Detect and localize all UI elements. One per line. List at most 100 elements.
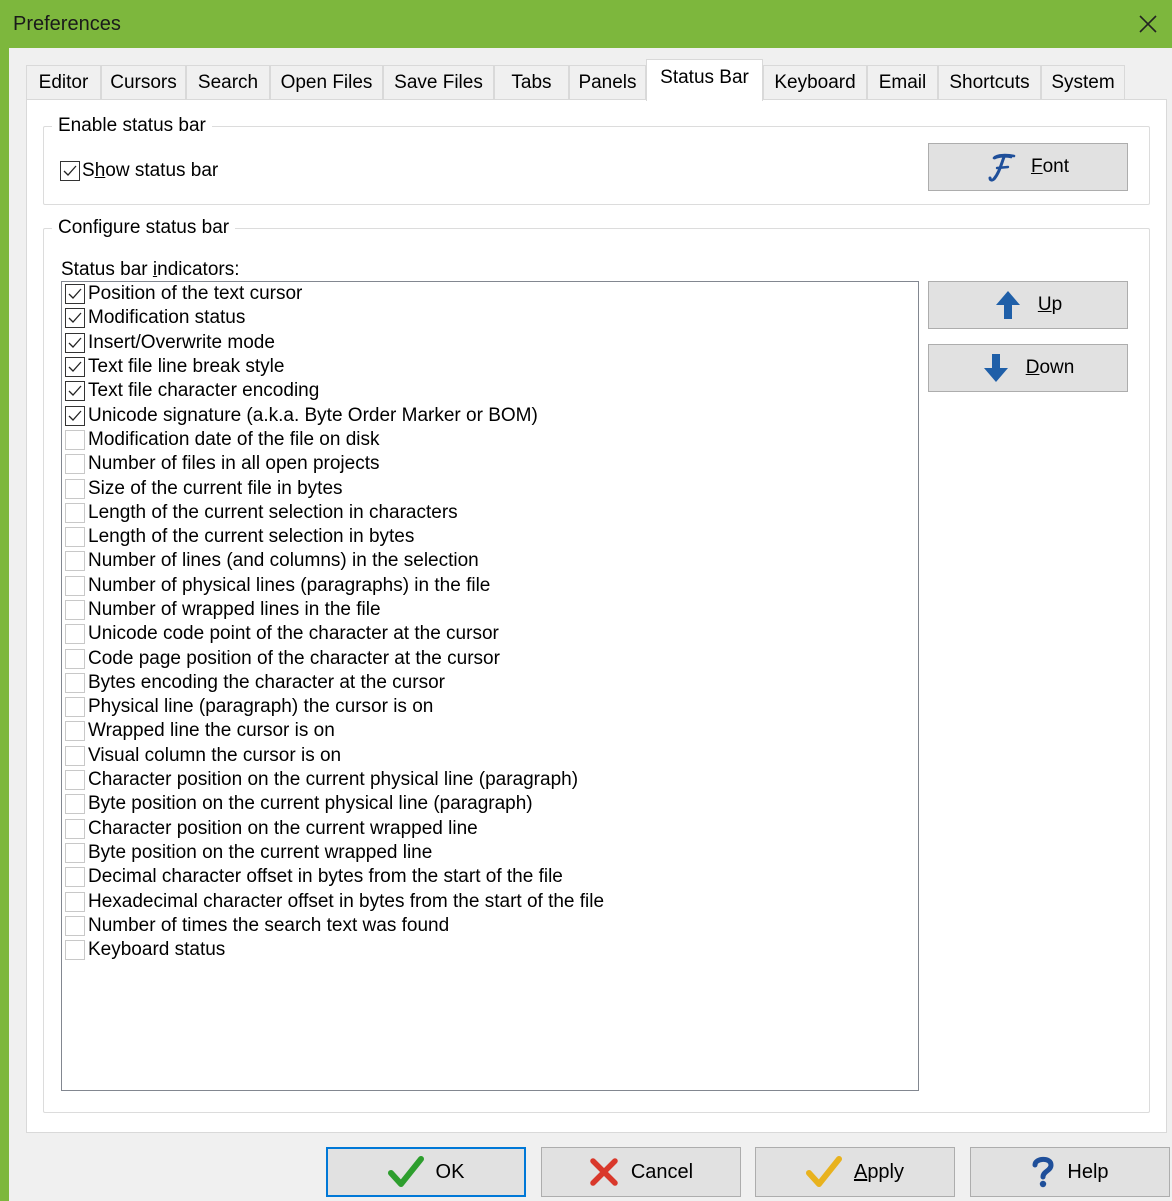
indicator-label: Unicode signature (a.k.a. Byte Order Mar… <box>88 404 538 426</box>
list-item[interactable]: Length of the current selection in chara… <box>62 501 918 525</box>
tab-system[interactable]: System <box>1041 65 1125 99</box>
indicator-label: Number of files in all open projects <box>88 453 380 475</box>
configure-status-bar-group: Configure status bar Status bar indicato… <box>43 217 1150 1113</box>
list-item[interactable]: Position of the text cursor <box>62 282 918 306</box>
tab-cursors[interactable]: Cursors <box>101 65 186 99</box>
check-icon <box>68 313 82 324</box>
tab-save-files[interactable]: Save Files <box>383 65 494 99</box>
font-button[interactable]: Font <box>928 143 1128 191</box>
list-item[interactable]: Size of the current file in bytes <box>62 476 918 500</box>
indicator-checkbox[interactable] <box>65 478 85 499</box>
list-item[interactable]: Number of files in all open projects <box>62 452 918 476</box>
indicator-checkbox[interactable] <box>65 867 85 888</box>
indicator-checkbox[interactable] <box>65 284 85 305</box>
arrow-down-icon <box>983 354 1008 382</box>
list-item[interactable]: Unicode signature (a.k.a. Byte Order Mar… <box>62 403 918 427</box>
indicator-label: Byte position on the current wrapped lin… <box>88 841 433 863</box>
list-item[interactable]: Modification status <box>62 306 918 330</box>
indicator-checkbox[interactable] <box>65 502 85 523</box>
list-item[interactable]: Keyboard status <box>62 938 918 962</box>
tab-shortcuts[interactable]: Shortcuts <box>938 65 1041 99</box>
down-button[interactable]: Down <box>928 344 1128 392</box>
enable-group-title: Enable status bar <box>52 115 212 137</box>
list-item[interactable]: Byte position on the current wrapped lin… <box>62 841 918 865</box>
list-item[interactable]: Byte position on the current physical li… <box>62 792 918 816</box>
list-item[interactable]: Bytes encoding the character at the curs… <box>62 671 918 695</box>
indicator-label: Length of the current selection in bytes <box>88 526 415 548</box>
indicator-checkbox[interactable] <box>65 721 85 742</box>
list-item[interactable]: Visual column the cursor is on <box>62 744 918 768</box>
list-item[interactable]: Character position on the current physic… <box>62 768 918 792</box>
indicator-checkbox[interactable] <box>65 405 85 426</box>
dialog-client: Editor Cursors Search Open Files Save Fi… <box>9 48 1172 1201</box>
help-button[interactable]: Help <box>970 1147 1170 1197</box>
indicator-checkbox[interactable] <box>65 624 85 645</box>
indicator-checkbox[interactable] <box>65 357 85 378</box>
indicator-checkbox[interactable] <box>65 891 85 912</box>
up-button[interactable]: Up <box>928 281 1128 329</box>
list-item[interactable]: Text file character encoding <box>62 379 918 403</box>
title-bar[interactable]: Preferences <box>0 0 1172 48</box>
indicator-checkbox[interactable] <box>65 745 85 766</box>
list-item[interactable]: Length of the current selection in bytes <box>62 525 918 549</box>
indicator-checkbox[interactable] <box>65 940 85 961</box>
indicator-checkbox[interactable] <box>65 454 85 475</box>
indicator-label: Decimal character offset in bytes from t… <box>88 866 563 888</box>
indicator-label: Keyboard status <box>88 939 226 961</box>
list-item[interactable]: Decimal character offset in bytes from t… <box>62 865 918 889</box>
indicator-checkbox[interactable] <box>65 332 85 353</box>
indicator-checkbox[interactable] <box>65 794 85 815</box>
tab-status-bar[interactable]: Status Bar <box>646 59 763 101</box>
list-item[interactable]: Code page position of the character at t… <box>62 646 918 670</box>
check-icon <box>63 165 77 176</box>
indicator-label: Size of the current file in bytes <box>88 477 343 499</box>
close-button[interactable] <box>1124 0 1172 48</box>
list-item[interactable]: Modification date of the file on disk <box>62 428 918 452</box>
tab-search[interactable]: Search <box>186 65 270 99</box>
list-item[interactable]: Unicode code point of the character at t… <box>62 622 918 646</box>
cancel-button[interactable]: Cancel <box>541 1147 741 1197</box>
indicator-label: Text file character encoding <box>88 380 320 402</box>
indicators-list[interactable]: Position of the text cursor Modification … <box>61 281 919 1091</box>
tab-editor[interactable]: Editor <box>26 65 101 99</box>
indicator-checkbox[interactable] <box>65 600 85 620</box>
indicator-checkbox[interactable] <box>65 697 85 718</box>
tab-open-files[interactable]: Open Files <box>270 65 383 99</box>
indicator-checkbox[interactable] <box>65 648 85 669</box>
indicator-checkbox[interactable] <box>65 672 85 693</box>
indicator-checkbox[interactable] <box>65 308 85 329</box>
list-item[interactable]: Insert/Overwrite mode <box>62 331 918 355</box>
tab-page-status-bar: Enable status bar Show status bar Font C… <box>26 99 1167 1133</box>
tab-panels[interactable]: Panels <box>569 65 646 99</box>
apply-button[interactable]: Apply <box>755 1147 955 1197</box>
indicator-label: Number of physical lines (paragraphs) in… <box>88 574 491 596</box>
list-item[interactable]: Physical line (paragraph) the cursor is … <box>62 695 918 719</box>
indicator-checkbox[interactable] <box>65 381 85 402</box>
indicator-label: Unicode code point of the character at t… <box>88 623 499 645</box>
ok-button[interactable]: OK <box>326 1147 526 1197</box>
tab-email[interactable]: Email <box>867 65 938 99</box>
list-item[interactable]: Hexadecimal character offset in bytes fr… <box>62 889 918 913</box>
indicator-checkbox[interactable] <box>65 551 85 572</box>
indicator-label: Hexadecimal character offset in bytes fr… <box>88 890 605 912</box>
indicator-checkbox[interactable] <box>65 770 85 791</box>
indicator-checkbox[interactable] <box>65 527 85 548</box>
indicator-checkbox[interactable] <box>65 818 85 839</box>
indicator-label: Physical line (paragraph) the cursor is … <box>88 696 434 718</box>
tab-tabs[interactable]: Tabs <box>494 65 569 99</box>
show-status-bar-checkbox[interactable]: Show status bar <box>60 160 218 182</box>
tab-keyboard[interactable]: Keyboard <box>763 65 867 99</box>
indicator-label: Number of times the search text was foun… <box>88 914 450 936</box>
indicator-checkbox[interactable] <box>65 915 85 936</box>
indicator-checkbox[interactable] <box>65 575 85 596</box>
list-item[interactable]: Number of wrapped lines in the file <box>62 598 918 622</box>
list-item[interactable]: Number of physical lines (paragraphs) in… <box>62 574 918 598</box>
indicator-checkbox[interactable] <box>65 842 85 863</box>
indicator-checkbox[interactable] <box>65 429 85 450</box>
check-icon <box>68 385 82 397</box>
list-item[interactable]: Character position on the current wrappe… <box>62 817 918 841</box>
list-item[interactable]: Wrapped line the cursor is on <box>62 719 918 743</box>
list-item[interactable]: Number of lines (and columns) in the sel… <box>62 549 918 573</box>
list-item[interactable]: Text file line break style <box>62 355 918 379</box>
list-item[interactable]: Number of times the search text was foun… <box>62 914 918 938</box>
